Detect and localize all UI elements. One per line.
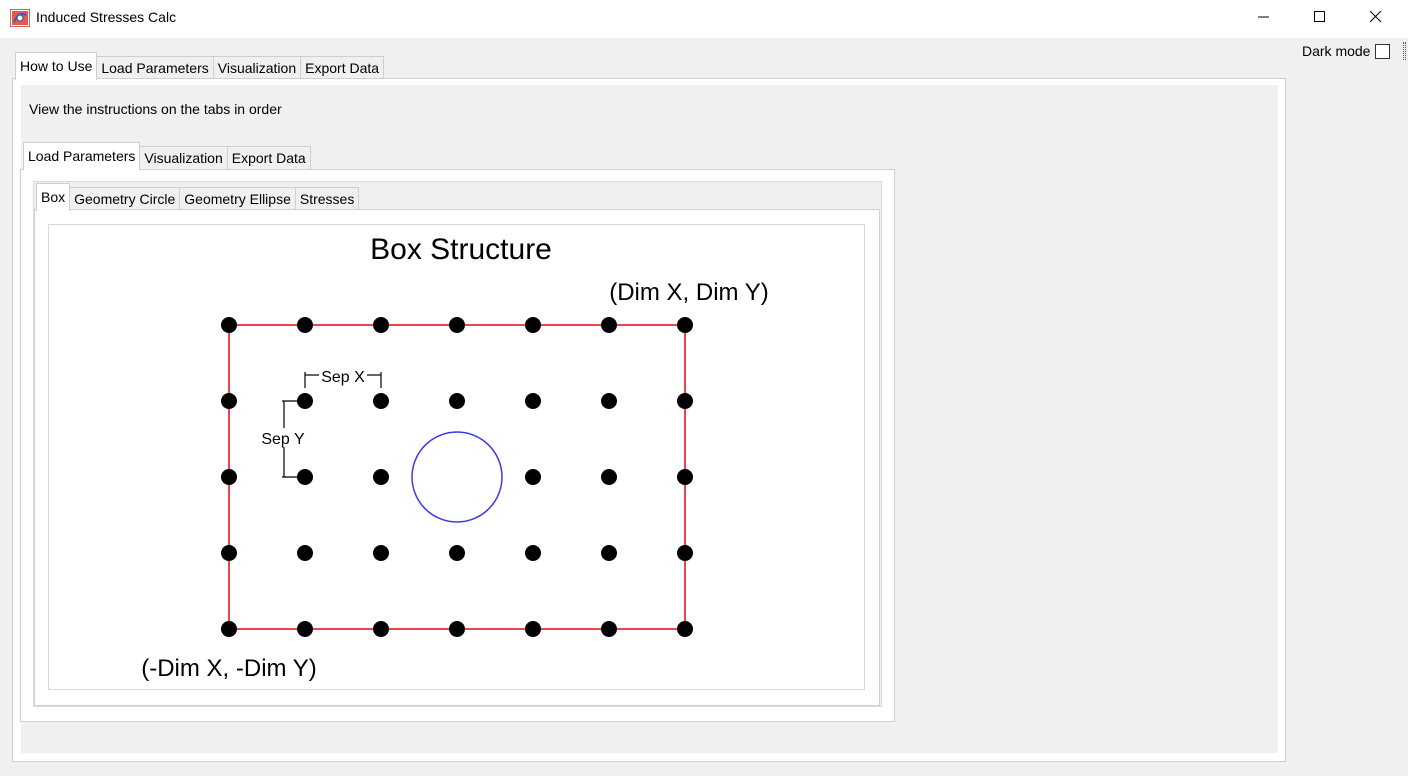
grid-node [221, 317, 237, 333]
grid-node [677, 545, 693, 561]
grid-node [297, 621, 313, 637]
grid-node [373, 317, 389, 333]
hole-circle [411, 431, 503, 523]
tab-howto-load-parameters[interactable]: Load Parameters [23, 142, 141, 170]
grid-node [297, 317, 313, 333]
grid-node [449, 621, 465, 637]
grid-node [601, 621, 617, 637]
tab-howto-export-data[interactable]: Export Data [226, 146, 311, 170]
grid-node [677, 393, 693, 409]
grid-node [601, 393, 617, 409]
maximize-button[interactable] [1292, 0, 1348, 34]
sep-x-label: Sep X [321, 369, 365, 386]
grid-node [297, 393, 313, 409]
grid-node [677, 469, 693, 485]
top-right-label: (Dim X, Dim Y) [609, 279, 769, 306]
box-structure-diagram: Box Structure (Dim X, Dim Y) (-Dim X, -D… [141, 233, 769, 682]
grid-node [525, 545, 541, 561]
grid-node [677, 317, 693, 333]
grid-node [525, 393, 541, 409]
grid-node [221, 545, 237, 561]
app-icon [10, 9, 30, 27]
grid-node [373, 621, 389, 637]
tab-visualization[interactable]: Visualization [212, 56, 302, 80]
load-tabbar: Box Geometry Circle Geometry Ellipse Str… [36, 183, 360, 211]
tab-box[interactable]: Box [36, 183, 71, 211]
tab-export-data[interactable]: Export Data [300, 56, 385, 80]
box-structure-figure: Box Structure (Dim X, Dim Y) (-Dim X, -D… [48, 224, 865, 690]
window-title: Induced Stresses Calc [36, 9, 177, 25]
minimize-button[interactable] [1236, 0, 1292, 34]
tab-howto-visualization[interactable]: Visualization [139, 146, 228, 170]
grid-node [525, 621, 541, 637]
grid-node [449, 393, 465, 409]
dark-mode-checkbox[interactable] [1375, 43, 1391, 59]
tab-geometry-circle[interactable]: Geometry Circle [69, 187, 181, 211]
grid-node [601, 545, 617, 561]
maximize-icon [1314, 11, 1325, 22]
instructions-text: View the instructions on the tabs in ord… [29, 101, 282, 117]
howto-tabbar: Load Parameters Visualization Export Dat… [23, 142, 311, 170]
grid-node [525, 469, 541, 485]
tab-stresses[interactable]: Stresses [294, 187, 360, 211]
grid-node [373, 545, 389, 561]
grid-node [449, 317, 465, 333]
close-icon [1370, 11, 1382, 23]
grid-node [297, 545, 313, 561]
grid-node [221, 469, 237, 485]
grid-node [221, 393, 237, 409]
grid-node [297, 469, 313, 485]
minimize-icon [1258, 16, 1269, 18]
grid-node [601, 469, 617, 485]
grid-node [221, 621, 237, 637]
bottom-left-label: (-Dim X, -Dim Y) [141, 655, 317, 682]
grid-node [525, 317, 541, 333]
tab-how-to-use[interactable]: How to Use [15, 52, 98, 80]
sep-y-label: Sep Y [261, 431, 305, 448]
tab-geometry-ellipse[interactable]: Geometry Ellipse [179, 187, 296, 211]
grid-node [373, 469, 389, 485]
grid-node [677, 621, 693, 637]
grid-node [373, 393, 389, 409]
dark-mode-label: Dark mode [1302, 43, 1371, 59]
grid-node [601, 317, 617, 333]
grid-node [449, 545, 465, 561]
figure-title: Box Structure [370, 233, 552, 266]
main-tabbar: How to Use Load Parameters Visualization… [15, 52, 385, 80]
dark-mode-toggle[interactable]: Dark mode [1302, 42, 1391, 60]
resize-grip[interactable] [1403, 42, 1406, 60]
title-bar: Induced Stresses Calc [0, 0, 1408, 38]
close-button[interactable] [1348, 0, 1404, 34]
tab-load-parameters[interactable]: Load Parameters [96, 56, 214, 80]
